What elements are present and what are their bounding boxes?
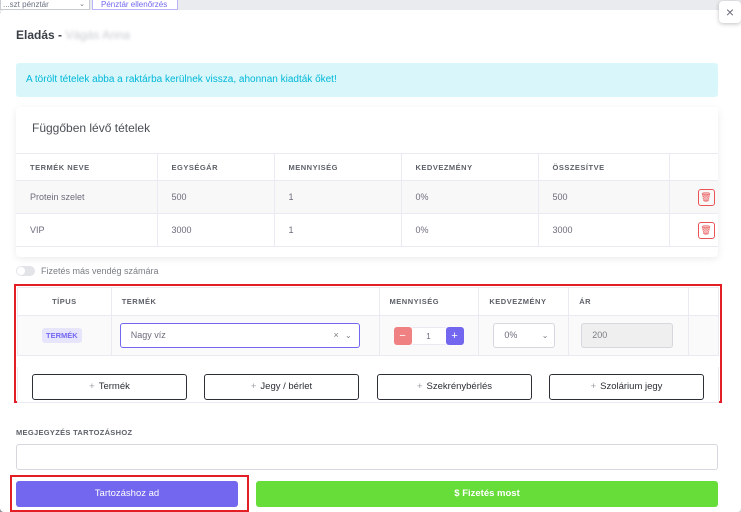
column-header: MENNYISÉG	[378, 287, 480, 316]
modal-title-guest-name: Vágás Anna	[65, 28, 131, 42]
column-header: KEDVEZMÉNY	[478, 287, 570, 316]
table-row: VIP 3000 1 0% 3000 🗑	[16, 213, 718, 247]
trash-icon[interactable]: 🗑	[697, 188, 715, 206]
cell-empty	[688, 315, 719, 356]
cell-total: 500	[538, 180, 670, 214]
cell-product: Nagy víz × ⌄	[110, 315, 380, 356]
pending-items-table: TERMÉK NEVE EGYSÉGÁR MENNYISÉG KEDVEZMÉN…	[16, 153, 718, 247]
debt-note-input[interactable]	[16, 444, 718, 470]
clear-icon[interactable]: ×	[333, 324, 338, 347]
pending-items-title: Függőben lévő tételek	[32, 121, 151, 135]
cell-actions: 🗑	[669, 213, 718, 247]
chevron-down-icon: ⌄	[541, 331, 549, 340]
type-badge: TERMÉK	[42, 328, 82, 343]
guest-payment-toggle-label: Fizetés más vendég számára	[41, 266, 159, 276]
plus-icon: +	[250, 381, 257, 392]
plus-icon: +	[416, 381, 423, 392]
quantity-stepper: − 1 +	[393, 326, 479, 345]
quantity-input[interactable]: 1	[411, 326, 446, 345]
column-header	[688, 287, 719, 316]
close-icon[interactable]: ×	[719, 1, 741, 23]
column-header: ÁR	[568, 287, 690, 316]
minus-icon[interactable]: −	[393, 326, 412, 345]
column-header: ÖSSZESÍTVE	[538, 153, 670, 181]
cell-product-name: VIP	[16, 213, 158, 247]
column-header	[669, 153, 718, 181]
cell-discount: 0%	[401, 180, 539, 214]
product-select-value: Nagy víz	[130, 330, 166, 340]
column-header: TÍPUS	[17, 287, 112, 316]
add-product-label: Termék	[98, 381, 130, 392]
chevron-down-icon[interactable]: ⌄	[345, 324, 352, 347]
discount-select[interactable]: 0% ⌄	[493, 323, 556, 348]
debt-note-label: MEGJEGYZÉS TARTOZÁSHOZ	[16, 428, 133, 437]
background-register-select-label: ...szt pénztár	[3, 0, 49, 9]
cell-quantity: − 1 +	[378, 315, 480, 356]
table-row: TERMÉK Nagy víz × ⌄ − 1 + 0% ⌄ 200	[17, 315, 719, 356]
add-to-debt-button[interactable]: Tartozáshoz ad	[16, 481, 238, 507]
background-register-select: ...szt pénztár ⌄	[0, 0, 90, 10]
add-solarium-label: Szolárium jegy	[600, 381, 663, 392]
column-header: EGYSÉGÁR	[157, 153, 275, 181]
product-select[interactable]: Nagy víz × ⌄	[119, 323, 360, 348]
pay-now-button[interactable]: $ Fizetés most	[256, 481, 718, 507]
discount-select-value: 0%	[504, 330, 518, 340]
add-locker-label: Szekrénybérlés	[426, 381, 493, 392]
cell-quantity: 1	[274, 180, 402, 214]
add-solarium-button[interactable]: + Szolárium jegy	[549, 374, 704, 400]
background-check-button: Pénztár ellenőrzés	[92, 0, 178, 10]
cell-quantity: 1	[274, 213, 402, 247]
plus-icon: +	[590, 381, 597, 392]
cell-unit-price: 500	[157, 180, 275, 214]
new-items-table: TÍPUS TERMÉK MENNYISÉG KEDVEZMÉNY ÁR TER…	[17, 287, 719, 356]
column-header: TERMÉK NEVE	[16, 153, 158, 181]
cell-discount: 0% ⌄	[478, 315, 570, 356]
cell-discount: 0%	[401, 213, 539, 247]
pending-items-card: Függőben lévő tételek TERMÉK NEVE EGYSÉG…	[16, 107, 718, 257]
add-ticket-label: Jegy / bérlet	[260, 381, 313, 392]
table-row: Protein szelet 500 1 0% 500 🗑	[16, 180, 718, 214]
guest-payment-toggle-row: Fizetés más vendég számára	[16, 266, 159, 276]
cell-product-name: Protein szelet	[16, 180, 158, 214]
plus-icon[interactable]: +	[445, 326, 464, 345]
modal-title: Eladás - Vágás Anna	[16, 28, 130, 42]
price-field: 200	[581, 323, 674, 348]
add-item-buttons-row: + Termék + Jegy / bérlet + Szekrénybérlés +…	[17, 367, 719, 403]
add-ticket-button[interactable]: + Jegy / bérlet	[204, 374, 359, 400]
modal-title-text: Eladás -	[16, 28, 63, 42]
guest-payment-toggle[interactable]	[16, 266, 35, 276]
cell-actions: 🗑	[669, 180, 718, 214]
cell-price: 200	[568, 315, 690, 356]
column-header: TERMÉK	[110, 287, 380, 316]
cell-total: 3000	[538, 213, 670, 247]
add-locker-button[interactable]: + Szekrénybérlés	[377, 374, 532, 400]
column-header: KEDVEZMÉNY	[401, 153, 539, 181]
column-header: MENNYISÉG	[274, 153, 402, 181]
table-header-row: TERMÉK NEVE EGYSÉGÁR MENNYISÉG KEDVEZMÉN…	[16, 153, 718, 181]
cell-type: TERMÉK	[17, 315, 112, 356]
cell-unit-price: 3000	[157, 213, 275, 247]
plus-icon: +	[89, 381, 95, 392]
sale-modal: Eladás - Vágás Anna A törölt tételek abb…	[0, 10, 741, 512]
add-product-button[interactable]: + Termék	[32, 374, 187, 400]
trash-icon[interactable]: 🗑	[697, 221, 715, 239]
table-header-row: TÍPUS TERMÉK MENNYISÉG KEDVEZMÉNY ÁR	[17, 287, 719, 316]
chevron-down-icon: ⌄	[79, 1, 85, 8]
info-alert: A törölt tételek abba a raktárba kerülne…	[16, 63, 718, 97]
